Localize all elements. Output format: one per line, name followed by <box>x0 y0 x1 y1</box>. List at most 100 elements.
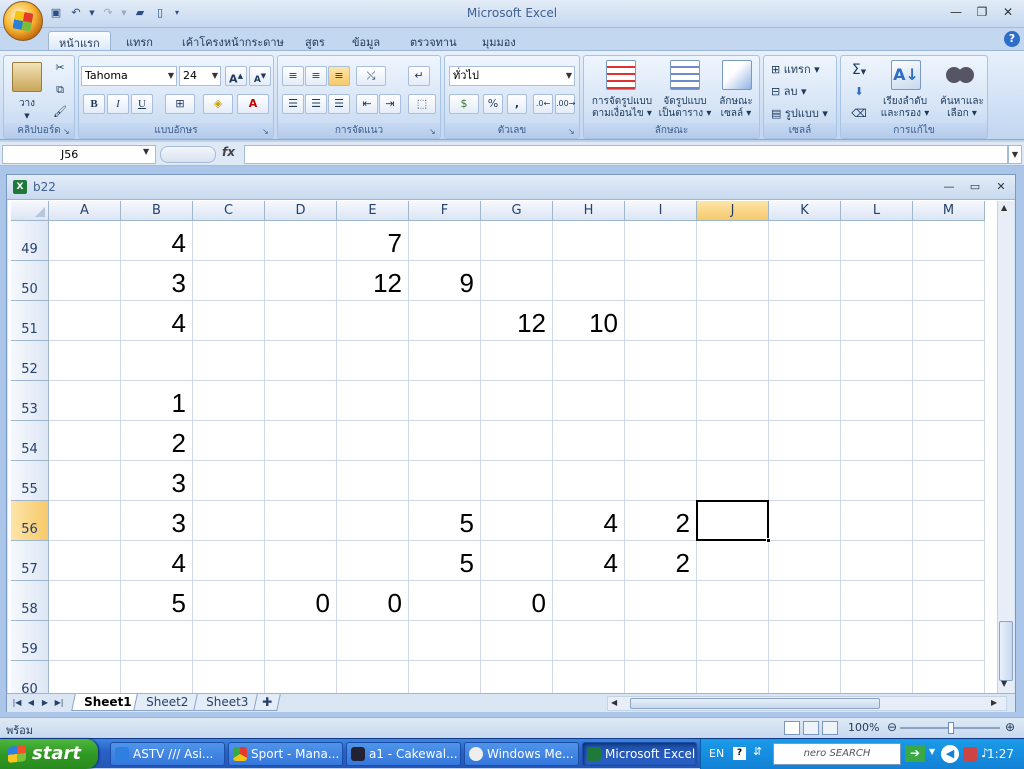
row-header-53[interactable]: 53 <box>11 381 49 421</box>
cell-e52[interactable] <box>337 341 409 381</box>
cell-h55[interactable] <box>553 461 625 501</box>
select-all-button[interactable] <box>11 201 49 221</box>
page-layout-view-icon[interactable] <box>803 721 819 735</box>
cell-j59[interactable] <box>697 621 769 661</box>
align-center-icon[interactable]: ☰ <box>305 94 327 114</box>
cell-m52[interactable] <box>913 341 985 381</box>
cell-m59[interactable] <box>913 621 985 661</box>
italic-button[interactable]: I <box>107 94 129 114</box>
cell-c52[interactable] <box>193 341 265 381</box>
cell-d49[interactable] <box>265 221 337 261</box>
cell-e57[interactable] <box>337 541 409 581</box>
align-bottom-icon[interactable]: ≡ <box>328 66 350 86</box>
column-header-i[interactable]: I <box>625 201 697 221</box>
column-header-f[interactable]: F <box>409 201 481 221</box>
cell-f59[interactable] <box>409 621 481 661</box>
insert-sheet-button[interactable]: ✚ <box>253 694 281 711</box>
cell-j49[interactable] <box>697 221 769 261</box>
cell-m51[interactable] <box>913 301 985 341</box>
wrap-text-icon[interactable]: ↵ <box>408 66 430 86</box>
row-header-57[interactable]: 57 <box>11 541 49 581</box>
column-header-e[interactable]: E <box>337 201 409 221</box>
vertical-scroll-thumb[interactable] <box>999 621 1013 681</box>
cell-c54[interactable] <box>193 421 265 461</box>
cell-h50[interactable] <box>553 261 625 301</box>
horizontal-scroll-thumb[interactable] <box>630 698 880 709</box>
cell-l49[interactable] <box>841 221 913 261</box>
cell-b58[interactable]: 5 <box>121 581 193 621</box>
cell-g57[interactable] <box>481 541 553 581</box>
font-size-select[interactable]: 24 ▼ <box>179 66 221 86</box>
cell-g53[interactable] <box>481 381 553 421</box>
cell-l58[interactable] <box>841 581 913 621</box>
cell-e50[interactable]: 12 <box>337 261 409 301</box>
cell-i49[interactable] <box>625 221 697 261</box>
column-header-h[interactable]: H <box>553 201 625 221</box>
cell-b57[interactable]: 4 <box>121 541 193 581</box>
cell-j51[interactable] <box>697 301 769 341</box>
find-select-button[interactable]: ค้นหาและ เลือก ▾ <box>935 96 989 120</box>
cell-k49[interactable] <box>769 221 841 261</box>
tab-review[interactable]: ตรวจทาน <box>400 31 467 50</box>
font-color-button[interactable]: A <box>237 94 269 114</box>
cell-m58[interactable] <box>913 581 985 621</box>
zoom-slider-knob[interactable] <box>948 722 954 734</box>
cell-b52[interactable] <box>121 341 193 381</box>
cell-d54[interactable] <box>265 421 337 461</box>
cell-b55[interactable]: 3 <box>121 461 193 501</box>
tab-view[interactable]: มุมมอง <box>472 31 526 50</box>
cell-f56[interactable]: 5 <box>409 501 481 541</box>
cell-k54[interactable] <box>769 421 841 461</box>
row-header-58[interactable]: 58 <box>11 581 49 621</box>
cell-m53[interactable] <box>913 381 985 421</box>
cell-d57[interactable] <box>265 541 337 581</box>
font-launcher-icon[interactable]: ↘ <box>262 127 271 136</box>
cell-g51[interactable]: 12 <box>481 301 553 341</box>
cell-e58[interactable]: 0 <box>337 581 409 621</box>
cell-i53[interactable] <box>625 381 697 421</box>
cell-k50[interactable] <box>769 261 841 301</box>
increase-decimal-icon[interactable]: .0← <box>533 94 553 114</box>
sheet-tab-2[interactable]: Sheet2 <box>133 694 202 711</box>
sort-filter-button[interactable]: เรียงลำดับ และกรอง ▾ <box>877 96 933 120</box>
paste-icon[interactable] <box>12 62 42 92</box>
number-launcher-icon[interactable]: ↘ <box>568 127 577 136</box>
cell-f52[interactable] <box>409 341 481 381</box>
sort-filter-icon[interactable]: A↓ <box>891 60 921 90</box>
zoom-level[interactable]: 100% <box>848 721 879 734</box>
row-header-54[interactable]: 54 <box>11 421 49 461</box>
cell-c60[interactable] <box>193 661 265 693</box>
cell-g56[interactable] <box>481 501 553 541</box>
tray-expand-icon[interactable]: ◀ <box>941 745 959 763</box>
scroll-right-icon[interactable]: ▶ <box>991 698 997 707</box>
cell-a59[interactable] <box>49 621 121 661</box>
percent-button[interactable]: % <box>483 94 503 114</box>
cell-i57[interactable]: 2 <box>625 541 697 581</box>
cell-g52[interactable] <box>481 341 553 381</box>
cell-d56[interactable] <box>265 501 337 541</box>
cell-k53[interactable] <box>769 381 841 421</box>
first-sheet-icon[interactable]: |◀ <box>11 696 23 710</box>
cell-c53[interactable] <box>193 381 265 421</box>
cell-f60[interactable] <box>409 661 481 693</box>
cell-j54[interactable] <box>697 421 769 461</box>
zoom-out-icon[interactable]: ⊖ <box>887 720 897 734</box>
cell-b54[interactable]: 2 <box>121 421 193 461</box>
cell-c59[interactable] <box>193 621 265 661</box>
cell-c50[interactable] <box>193 261 265 301</box>
cell-c56[interactable] <box>193 501 265 541</box>
cell-m50[interactable] <box>913 261 985 301</box>
tab-page-layout[interactable]: เค้าโครงหน้ากระดาษ <box>172 31 294 50</box>
cell-d51[interactable] <box>265 301 337 341</box>
search-go-icon[interactable]: ➔ <box>905 745 925 762</box>
cell-k60[interactable] <box>769 661 841 693</box>
cell-i51[interactable] <box>625 301 697 341</box>
cell-e54[interactable] <box>337 421 409 461</box>
row-header-59[interactable]: 59 <box>11 621 49 661</box>
cell-d59[interactable] <box>265 621 337 661</box>
cell-l57[interactable] <box>841 541 913 581</box>
workbook-close-icon[interactable]: ✕ <box>991 179 1011 195</box>
cell-b49[interactable]: 4 <box>121 221 193 261</box>
cell-l53[interactable] <box>841 381 913 421</box>
column-header-g[interactable]: G <box>481 201 553 221</box>
